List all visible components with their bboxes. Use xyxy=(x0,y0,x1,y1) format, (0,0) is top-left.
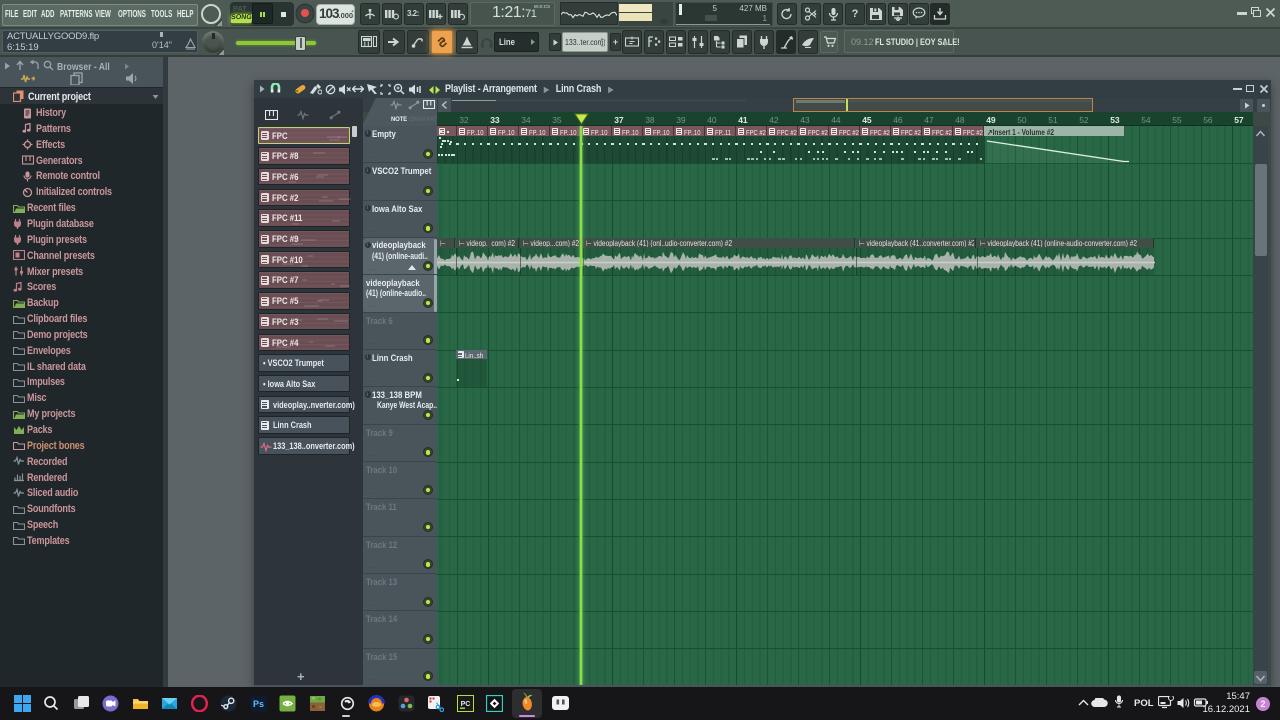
svg-text:PC: PC xyxy=(460,701,470,708)
svg-text:Ps: Ps xyxy=(253,699,264,709)
